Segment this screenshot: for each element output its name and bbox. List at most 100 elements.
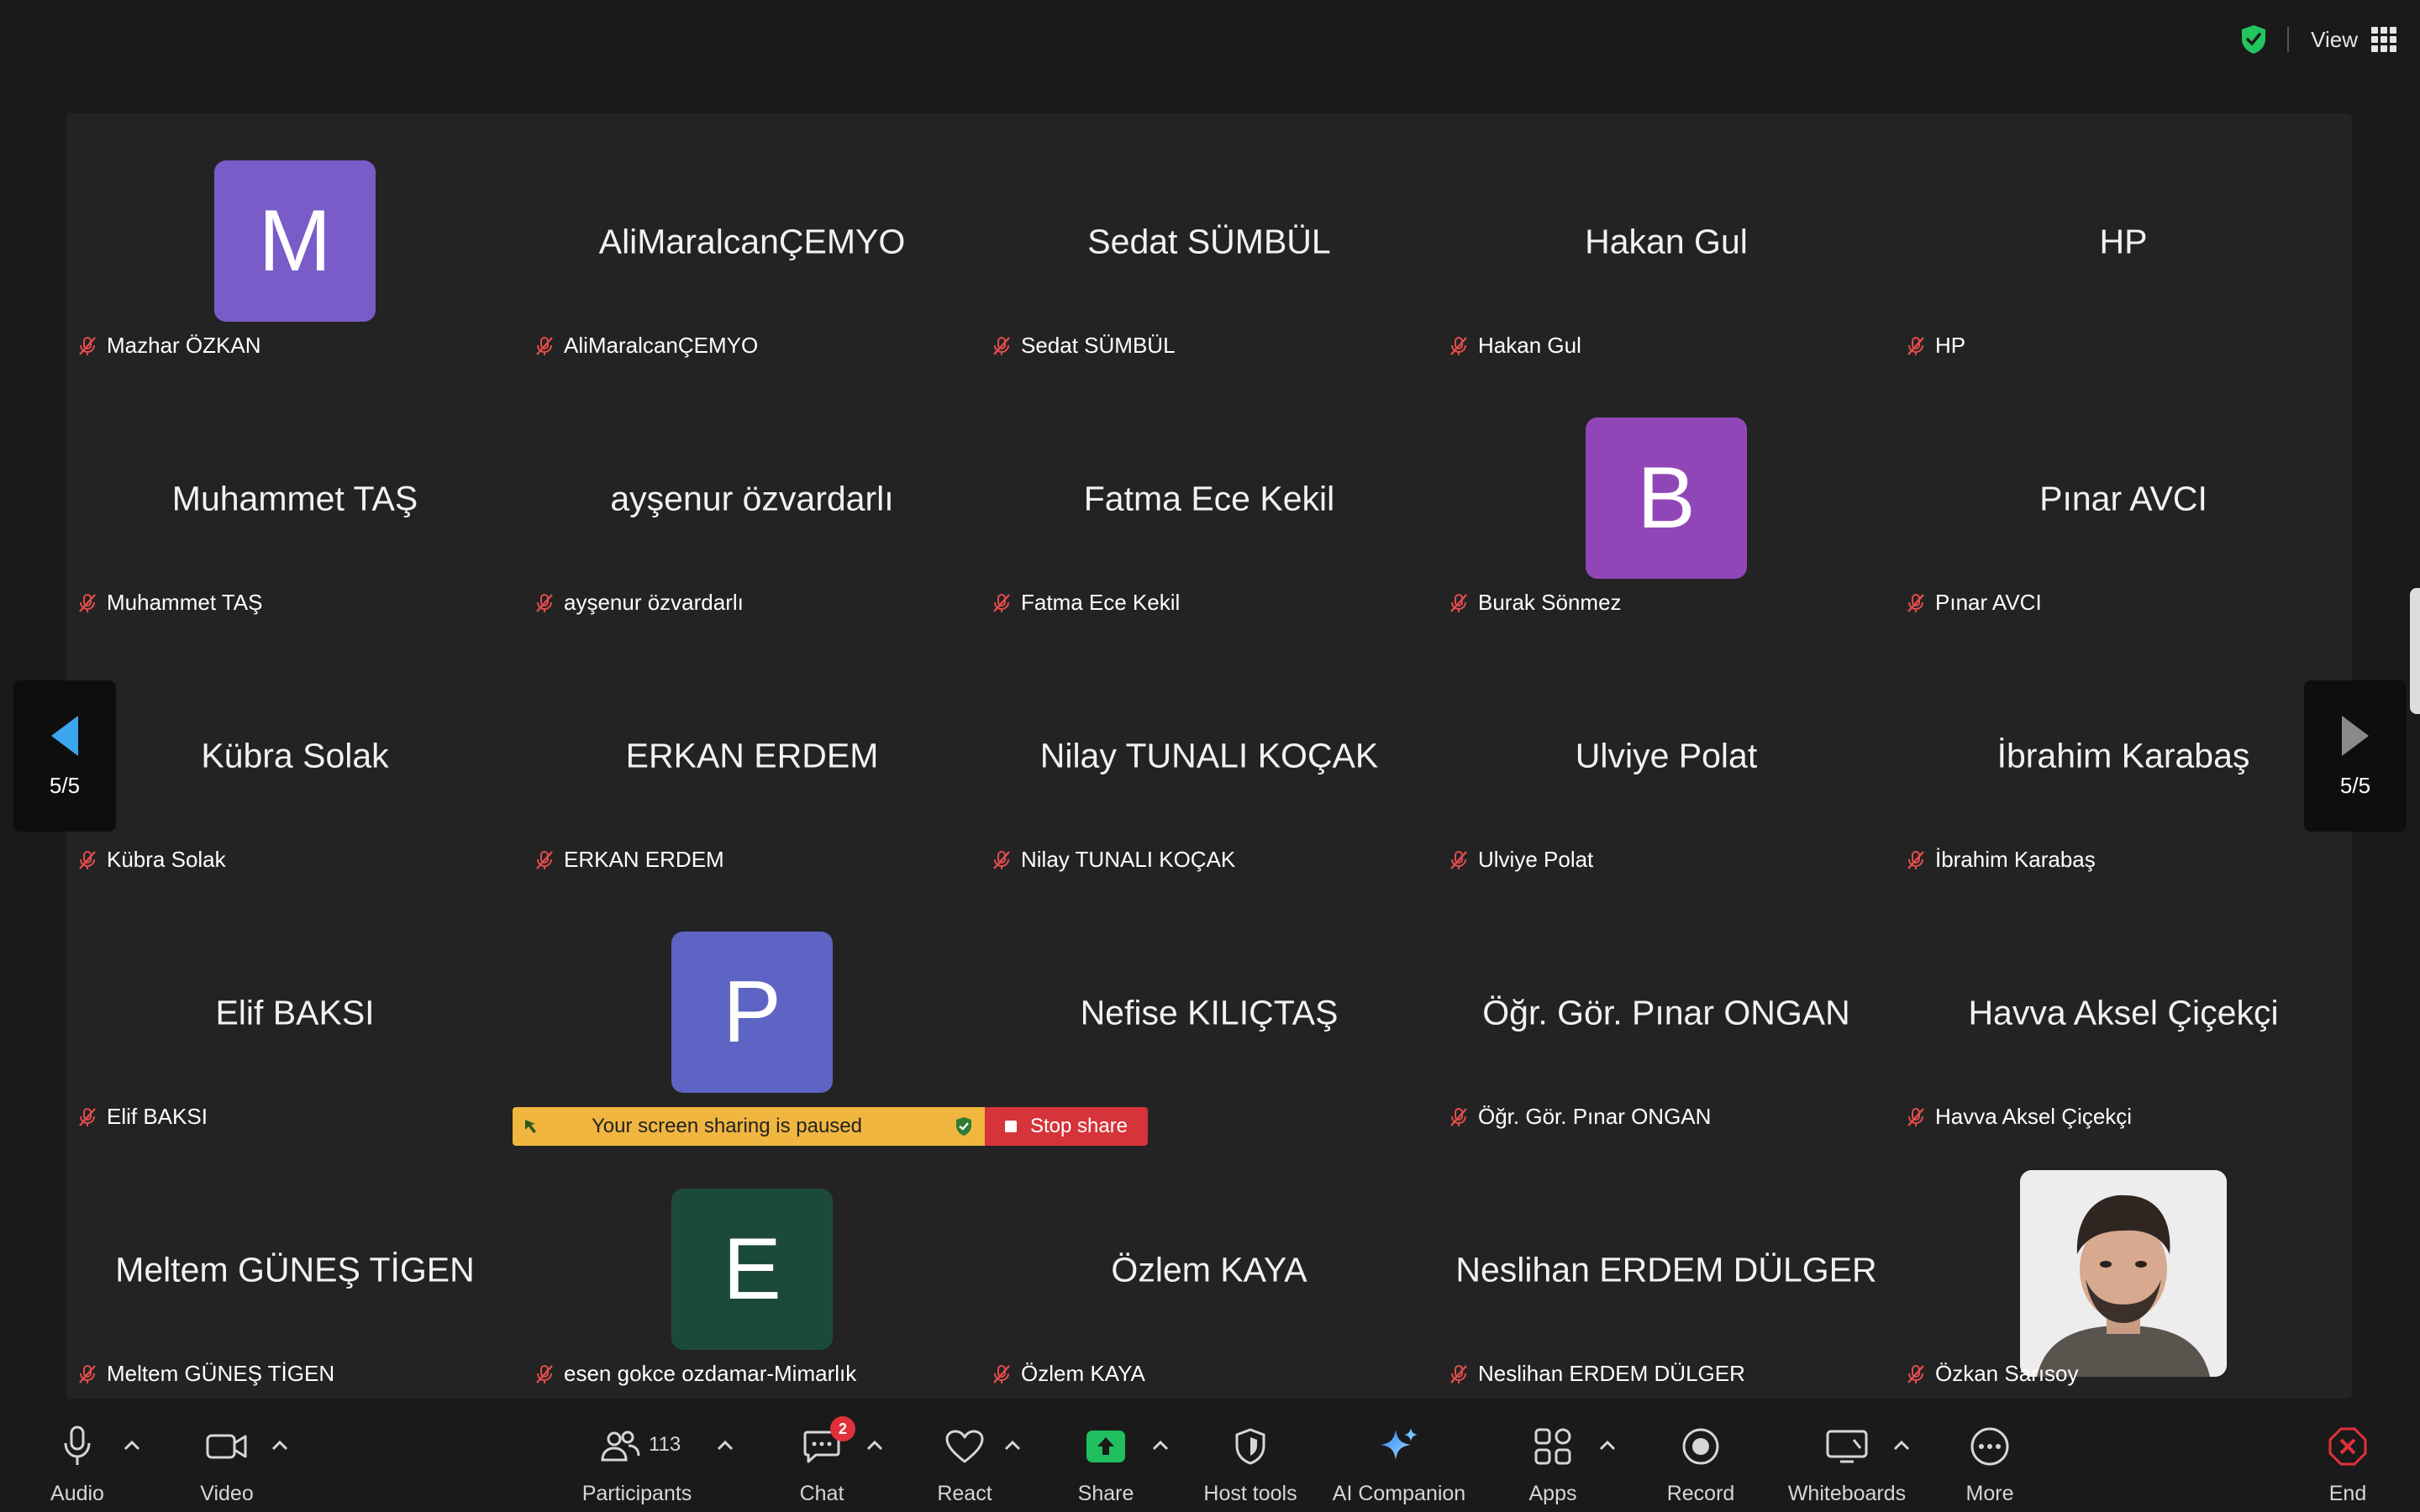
participant-tile[interactable]: Meltem GÜNEŞ TİGEN Meltem GÜNEŞ TİGEN xyxy=(66,1142,523,1399)
participant-tile[interactable]: ayşenur özvardarlı ayşenur özvardarlı xyxy=(523,370,981,627)
video-options-chevron-up-icon[interactable] xyxy=(267,1433,292,1458)
video-camera-icon xyxy=(202,1421,252,1472)
participant-tile[interactable]: Havva Aksel Çiçekçi Havva Aksel Çiçekçi xyxy=(1895,885,2352,1142)
participant-name: AliMaralcanÇEMYO xyxy=(564,333,759,358)
participant-tile[interactable]: Öğr. Gör. Pınar ONGAN Öğr. Gör. Pınar ON… xyxy=(1438,885,1895,1142)
view-label: View xyxy=(2311,26,2358,52)
participant-name: esen gokce ozdamar-Mimarlık xyxy=(564,1361,857,1386)
participant-tile[interactable]: Neslihan ERDEM DÜLGER Neslihan ERDEM DÜL… xyxy=(1438,1142,1895,1399)
shield-check-icon xyxy=(943,1116,985,1137)
muted-mic-icon xyxy=(1907,1364,1924,1383)
next-page-button[interactable]: 5/5 xyxy=(2304,680,2407,832)
participant-tile[interactable]: Ulviye Polat Ulviye Polat xyxy=(1438,627,1895,885)
participant-caption: Meltem GÜNEŞ TİGEN xyxy=(76,1361,334,1387)
participant-tile[interactable]: M Mazhar ÖZKAN xyxy=(66,113,523,370)
chat-unread-badge: 2 xyxy=(830,1416,855,1441)
audio-button[interactable]: Audio xyxy=(34,1401,121,1512)
apps-button[interactable]: Apps xyxy=(1512,1401,1593,1512)
participant-name: İbrahim Karabaş xyxy=(1935,847,2096,872)
participant-caption: Fatma Ece Kekil xyxy=(991,590,1180,616)
participant-tile[interactable]: Hakan Gul Hakan Gul xyxy=(1438,113,1895,370)
video-button[interactable]: Video xyxy=(187,1401,267,1512)
participant-caption: Sedat SÜMBÜL xyxy=(991,333,1176,359)
security-shield-icon[interactable] xyxy=(2235,21,2272,58)
muted-mic-icon xyxy=(79,336,96,355)
record-button[interactable]: Record xyxy=(1660,1401,1741,1512)
participant-name: Nilay TUNALI KOÇAK xyxy=(1021,847,1236,872)
participant-tile[interactable]: P xyxy=(523,885,981,1142)
participants-label: Participants xyxy=(581,1482,692,1505)
previous-page-button[interactable]: 5/5 xyxy=(13,680,116,832)
stop-share-button[interactable]: Stop share xyxy=(985,1107,1148,1146)
participant-tile[interactable]: Muhammet TAŞ Muhammet TAŞ xyxy=(66,370,523,627)
muted-mic-icon xyxy=(79,850,96,869)
view-button[interactable]: View xyxy=(2304,27,2403,53)
stop-icon xyxy=(1004,1121,1017,1132)
share-button[interactable]: Share xyxy=(1065,1401,1146,1512)
meeting-toolbar: Audio Video 113 Participants 2 Chat Reac… xyxy=(0,1401,2420,1512)
arrow-left-icon xyxy=(51,715,78,756)
participant-tile[interactable]: Özlem KAYA Özlem KAYA xyxy=(981,1142,1438,1399)
participant-tile[interactable]: Fatma Ece Kekil Fatma Ece Kekil xyxy=(981,370,1438,627)
participants-icon: 113 xyxy=(595,1421,681,1472)
muted-mic-icon xyxy=(1907,850,1924,869)
react-button[interactable]: React xyxy=(924,1401,1005,1512)
participant-caption: Burak Sönmez xyxy=(1448,590,1622,616)
participant-tile[interactable]: B Burak Sönmez xyxy=(1438,370,1895,627)
participant-tile[interactable]: E esen gokce ozdamar-Mimarlık xyxy=(523,1142,981,1399)
chat-button[interactable]: 2 Chat xyxy=(781,1401,862,1512)
whiteboard-icon xyxy=(1822,1421,1872,1472)
apps-options-chevron-up-icon[interactable] xyxy=(1595,1433,1620,1458)
chat-bubble-icon: 2 xyxy=(797,1416,855,1472)
participant-tile[interactable]: ERKAN ERDEM ERKAN ERDEM xyxy=(523,627,981,885)
drag-arrow-icon[interactable] xyxy=(513,1116,551,1137)
gallery-view: M Mazhar ÖZKAN AliMaralcanÇEMYO AliMaral… xyxy=(66,113,2352,1399)
end-button[interactable]: End xyxy=(2307,1401,2388,1512)
participant-name: Sedat SÜMBÜL xyxy=(1021,333,1176,358)
participant-display-name: HP xyxy=(2099,222,2148,261)
participant-name: ERKAN ERDEM xyxy=(564,847,724,872)
avatar: B xyxy=(1586,417,1747,579)
whiteboards-options-chevron-up-icon[interactable] xyxy=(1889,1433,1914,1458)
participant-display-name: Özlem KAYA xyxy=(1111,1250,1307,1289)
participant-display-name: Öğr. Gör. Pınar ONGAN xyxy=(1482,993,1850,1032)
participant-tile[interactable]: Nilay TUNALI KOÇAK Nilay TUNALI KOÇAK xyxy=(981,627,1438,885)
chat-options-chevron-up-icon[interactable] xyxy=(862,1433,887,1458)
participant-tile[interactable]: Nefise KILIÇTAŞ AŞ xyxy=(981,885,1438,1142)
more-button[interactable]: More xyxy=(1949,1401,2030,1512)
audio-label: Audio xyxy=(50,1482,104,1505)
participant-caption: Pınar AVCI xyxy=(1905,590,2042,616)
share-options-chevron-up-icon[interactable] xyxy=(1148,1433,1173,1458)
record-icon xyxy=(1676,1421,1726,1472)
share-paused-bar[interactable]: Your screen sharing is paused xyxy=(513,1107,985,1146)
react-options-chevron-up-icon[interactable] xyxy=(1000,1433,1025,1458)
host-tools-button[interactable]: Host tools xyxy=(1193,1401,1307,1512)
end-label: End xyxy=(2328,1482,2367,1505)
participants-button[interactable]: 113 Participants xyxy=(571,1401,702,1512)
participants-options-chevron-up-icon[interactable] xyxy=(713,1433,738,1458)
participant-caption: AliMaralcanÇEMYO xyxy=(534,333,758,359)
muted-mic-icon xyxy=(79,1107,96,1126)
muted-mic-icon xyxy=(536,1364,553,1383)
participant-tile[interactable]: AliMaralcanÇEMYO AliMaralcanÇEMYO xyxy=(523,113,981,370)
participant-tile[interactable]: İbrahim Karabaş İbrahim Karabaş xyxy=(1895,627,2352,885)
participant-caption: Muhammet TAŞ xyxy=(76,590,262,616)
participant-tile[interactable]: Sedat SÜMBÜL Sedat SÜMBÜL xyxy=(981,113,1438,370)
muted-mic-icon xyxy=(1450,850,1467,869)
muted-mic-icon xyxy=(1450,1364,1467,1383)
audio-options-chevron-up-icon[interactable] xyxy=(119,1433,145,1458)
ai-companion-button[interactable]: AI Companion xyxy=(1328,1401,1470,1512)
participant-display-name: Havva Aksel Çiçekçi xyxy=(1968,993,2279,1032)
muted-mic-icon xyxy=(536,850,553,869)
participant-tile[interactable]: Elif BAKSI Elif BAKSI xyxy=(66,885,523,1142)
participant-name: Meltem GÜNEŞ TİGEN xyxy=(107,1361,335,1386)
participant-display-name: AliMaralcanÇEMYO xyxy=(598,222,906,261)
participant-tile[interactable]: Özkan Sarısoy xyxy=(1895,1142,2352,1399)
participant-tile[interactable]: HP HP xyxy=(1895,113,2352,370)
participant-tile[interactable]: Kübra Solak Kübra Solak xyxy=(66,627,523,885)
side-panel-handle[interactable] xyxy=(2410,588,2420,714)
participant-tile[interactable]: Pınar AVCI Pınar AVCI xyxy=(1895,370,2352,627)
avatar: M xyxy=(214,160,376,322)
participant-caption: HP xyxy=(1905,333,1965,359)
page-indicator: 5/5 xyxy=(2339,772,2371,798)
